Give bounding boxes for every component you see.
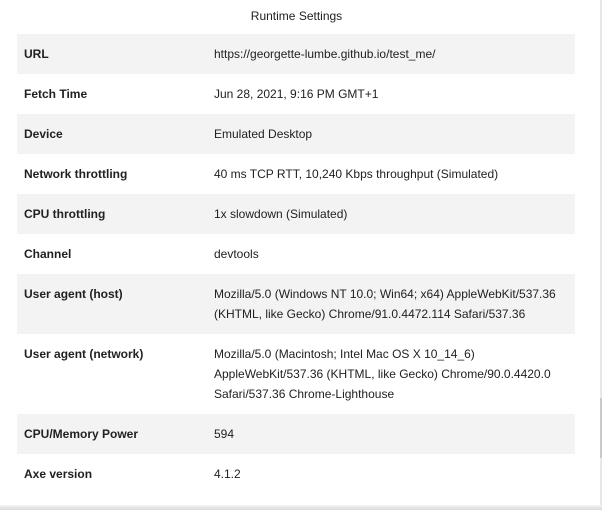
setting-value: 1x slowdown (Simulated)	[207, 194, 575, 234]
setting-name: Device	[17, 114, 207, 154]
table-row: URL https://georgette-lumbe.github.io/te…	[17, 34, 575, 74]
setting-value: 594	[207, 414, 575, 454]
setting-value: Emulated Desktop	[207, 114, 575, 154]
window-bottom-edge	[0, 505, 602, 510]
table-row: User agent (host) Mozilla/5.0 (Windows N…	[17, 274, 575, 334]
setting-name: URL	[17, 34, 207, 74]
setting-value: devtools	[214, 247, 259, 261]
setting-name: User agent (host)	[17, 274, 207, 334]
setting-name: CPU/Memory Power	[17, 414, 207, 454]
setting-value: Mozilla/5.0 (Windows NT 10.0; Win64; x64…	[207, 274, 575, 334]
table-row: Network throttling 40 ms TCP RTT, 10,240…	[17, 154, 575, 194]
setting-value: 4.1.2	[214, 467, 241, 481]
setting-value: Jun 28, 2021, 9:16 PM GMT+1	[214, 87, 379, 101]
setting-name: CPU throttling	[17, 194, 207, 234]
setting-name: User agent (network)	[24, 347, 144, 361]
setting-value: Mozilla/5.0 (Macintosh; Intel Mac OS X 1…	[214, 347, 551, 401]
table-row: User agent (network) Mozilla/5.0 (Macint…	[17, 334, 575, 414]
table-row: Device Emulated Desktop	[17, 114, 575, 154]
setting-name: Channel	[24, 247, 72, 261]
setting-value-link[interactable]: https://georgette-lumbe.github.io/test_m…	[207, 34, 575, 74]
table-row: CPU/Memory Power 594	[17, 414, 575, 454]
setting-name: Network throttling	[24, 167, 128, 181]
table-row: Channel devtools	[17, 234, 575, 274]
runtime-settings-page: Runtime Settings URL https://georgette-l…	[0, 0, 602, 510]
table-row: Axe version 4.1.2	[17, 454, 575, 494]
setting-name: Axe version	[24, 467, 93, 481]
setting-name: Fetch Time	[24, 87, 88, 101]
section-title: Runtime Settings	[250, 9, 343, 23]
setting-value: 40 ms TCP RTT, 10,240 Kbps throughput (S…	[214, 167, 499, 181]
table-row: CPU throttling 1x slowdown (Simulated)	[17, 194, 575, 234]
runtime-settings-table: URL https://georgette-lumbe.github.io/te…	[17, 34, 575, 494]
table-row: Fetch Time Jun 28, 2021, 9:16 PM GMT+1	[17, 74, 575, 114]
